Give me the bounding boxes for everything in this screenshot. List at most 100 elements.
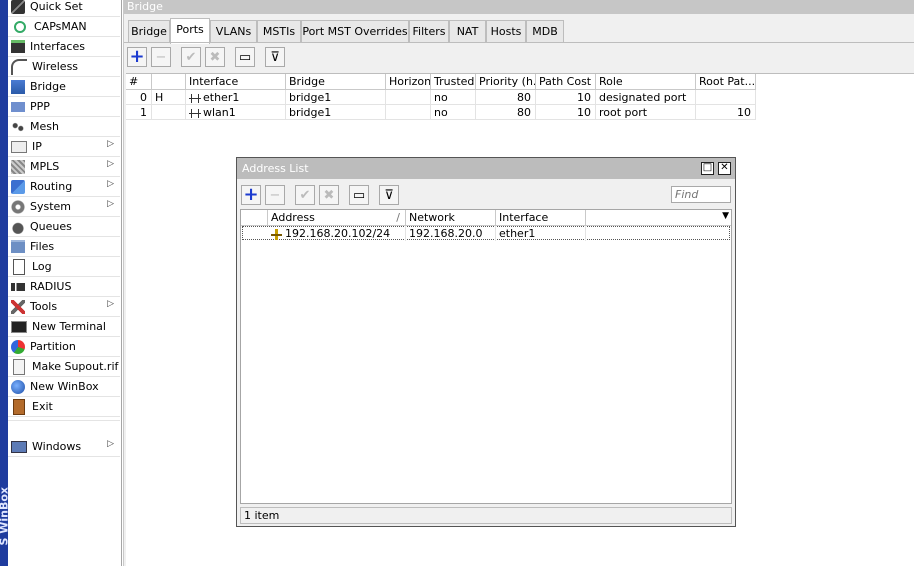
col-header-num[interactable]: # <box>126 74 152 90</box>
sidebar-item-ip[interactable]: IP ▷ <box>8 137 120 157</box>
col-header-flags[interactable] <box>241 210 268 226</box>
tab-bridge[interactable]: Bridge <box>128 20 170 43</box>
submenu-arrow-icon: ▷ <box>107 299 114 309</box>
remove-button[interactable]: − <box>151 47 171 67</box>
tab-mstis[interactable]: MSTIs <box>257 20 301 43</box>
col-header-role[interactable]: Role <box>596 74 696 90</box>
table-cell-horizon[interactable] <box>386 105 431 120</box>
table-cell-root-path[interactable] <box>696 90 756 105</box>
sidebar-item-label: New WinBox <box>30 380 99 393</box>
terminal-icon <box>11 320 27 333</box>
disable-button[interactable]: ✖ <box>205 47 225 67</box>
table-cell-trusted[interactable]: no <box>431 105 476 120</box>
filter-button[interactable]: ⊽ <box>379 185 399 205</box>
tab-mdb[interactable]: MDB <box>526 20 564 43</box>
tab-filters[interactable]: Filters <box>409 20 449 43</box>
sidebar-item-new-winbox[interactable]: New WinBox <box>8 377 120 397</box>
address-list-titlebar[interactable]: Address List <box>237 158 735 179</box>
col-header-horizon[interactable]: Horizon <box>386 74 431 90</box>
table-cell-flag[interactable]: H <box>152 90 186 105</box>
wireless-icon <box>11 58 27 75</box>
table-cell-num[interactable]: 1 <box>126 105 152 120</box>
col-header-path-cost[interactable]: Path Cost <box>536 74 596 90</box>
table-cell-path-cost[interactable]: 10 <box>536 90 596 105</box>
sidebar-item-mesh[interactable]: Mesh <box>8 117 120 137</box>
sidebar-item-mpls[interactable]: MPLS ▷ <box>8 157 120 177</box>
sidebar-item-routing[interactable]: Routing ▷ <box>8 177 120 197</box>
tab-port-mst-overrides[interactable]: Port MST Overrides <box>301 20 409 43</box>
disable-button[interactable]: ✖ <box>319 185 339 205</box>
sidebar-item-make-supout-rif[interactable]: Make Supout.rif <box>8 357 120 377</box>
sidebar-item-queues[interactable]: Queues <box>8 217 120 237</box>
sidebar-item-label: Queues <box>30 220 72 233</box>
tab-nat[interactable]: NAT <box>449 20 486 43</box>
column-dropdown-icon[interactable]: ▼ <box>722 211 729 221</box>
status-bar: 1 item <box>240 507 732 524</box>
add-button[interactable]: + <box>241 185 261 205</box>
tab-hosts[interactable]: Hosts <box>486 20 526 43</box>
tab-vlans[interactable]: VLANs <box>210 20 257 43</box>
table-cell-network[interactable]: 192.168.20.0 <box>406 226 496 241</box>
table-cell-flag[interactable] <box>152 105 186 120</box>
tab-ports[interactable]: Ports <box>170 18 210 44</box>
table-cell-interface[interactable]: ether1 <box>186 90 286 105</box>
close-button[interactable]: ✕ <box>718 162 731 175</box>
capsman-icon <box>14 20 26 33</box>
sidebar-item-label: RADIUS <box>30 280 72 293</box>
submenu-arrow-icon: ▷ <box>107 199 114 209</box>
sidebar-item-log[interactable]: Log <box>8 257 120 277</box>
enable-button[interactable]: ✔ <box>295 185 315 205</box>
remove-button[interactable]: − <box>265 185 285 205</box>
table-cell-priority[interactable]: 80 <box>476 105 536 120</box>
sidebar-item-capsman[interactable]: CAPsMAN <box>8 17 120 37</box>
table-cell-bridge[interactable]: bridge1 <box>286 105 386 120</box>
restore-button[interactable]: □ <box>701 162 714 175</box>
files-icon <box>11 240 25 253</box>
table-cell-num[interactable]: 0 <box>126 90 152 105</box>
sidebar-item-ppp[interactable]: PPP <box>8 97 120 117</box>
sidebar-item-tools[interactable]: Tools ▷ <box>8 297 120 317</box>
table-cell-role[interactable]: root port <box>596 105 696 120</box>
add-button[interactable]: + <box>127 47 147 67</box>
table-cell-address[interactable]: 192.168.20.102/24 <box>268 226 406 241</box>
col-header-trusted[interactable]: Trusted <box>431 74 476 90</box>
table-cell-horizon[interactable] <box>386 90 431 105</box>
sidebar-item-bridge[interactable]: Bridge <box>8 77 120 97</box>
address-icon <box>271 228 282 240</box>
comment-button[interactable]: ▭ <box>349 185 369 205</box>
comment-button[interactable]: ▭ <box>235 47 255 67</box>
col-header-root-path[interactable]: Root Pat... <box>696 74 756 90</box>
sidebar-item-quick-set[interactable]: Quick Set <box>8 0 120 17</box>
table-cell-interface[interactable]: wlan1 <box>186 105 286 120</box>
col-header-priority[interactable]: Priority (h... <box>476 74 536 90</box>
find-input[interactable] <box>671 186 731 203</box>
col-header-network[interactable]: Network <box>406 210 496 226</box>
sidebar-item-exit[interactable]: Exit <box>8 397 120 417</box>
col-header-address[interactable]: Address / <box>268 210 406 226</box>
sidebar-item-files[interactable]: Files <box>8 237 120 257</box>
comment-icon: ▭ <box>352 187 366 203</box>
table-cell-role[interactable]: designated port <box>596 90 696 105</box>
col-header-interface[interactable]: Interface <box>496 210 586 226</box>
col-header-interface[interactable]: Interface <box>186 74 286 90</box>
sidebar-item-system[interactable]: System ▷ <box>8 197 120 217</box>
sidebar-item-interfaces[interactable]: Interfaces <box>8 37 120 57</box>
table-cell-path-cost[interactable]: 10 <box>536 105 596 120</box>
filter-button[interactable]: ⊽ <box>265 47 285 67</box>
sidebar-item-windows[interactable]: Windows ▷ <box>8 437 120 457</box>
table-cell-priority[interactable]: 80 <box>476 90 536 105</box>
windows-icon <box>11 440 27 453</box>
table-cell-root-path[interactable]: 10 <box>696 105 756 120</box>
sidebar-item-partition[interactable]: Partition <box>8 337 120 357</box>
address-table: Address / Network Interface ▼ 192.168.20… <box>240 209 732 504</box>
table-cell-trusted[interactable]: no <box>431 90 476 105</box>
col-header-flags[interactable] <box>152 74 186 90</box>
enable-button[interactable]: ✔ <box>181 47 201 67</box>
col-header-bridge[interactable]: Bridge <box>286 74 386 90</box>
sidebar-item-wireless[interactable]: Wireless <box>8 57 120 77</box>
table-cell-bridge[interactable]: bridge1 <box>286 90 386 105</box>
sidebar-item-new-terminal[interactable]: New Terminal <box>8 317 120 337</box>
sidebar-item-radius[interactable]: RADIUS <box>8 277 120 297</box>
table-cell-interface[interactable]: ether1 <box>496 226 586 241</box>
tab-strip-divider <box>124 42 914 43</box>
